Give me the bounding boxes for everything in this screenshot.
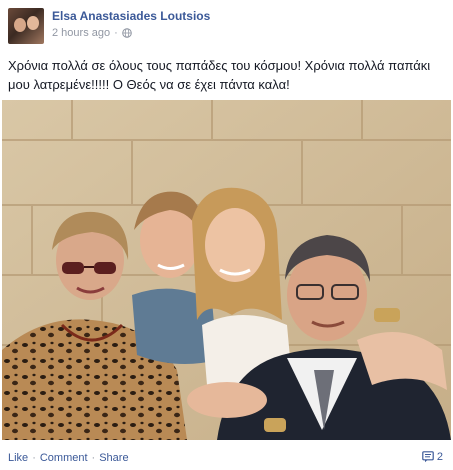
author-avatar[interactable] bbox=[8, 8, 44, 44]
group-photo-image bbox=[2, 100, 451, 440]
post-photo[interactable] bbox=[2, 100, 451, 440]
author-name-link[interactable]: Elsa Anastasiades Loutsios bbox=[52, 9, 210, 23]
feed-post: Elsa Anastasiades Loutsios 2 hours ago ·… bbox=[0, 0, 453, 470]
action-separator: · bbox=[32, 452, 36, 464]
post-timestamp[interactable]: 2 hours ago bbox=[52, 27, 110, 39]
like-link[interactable]: Like bbox=[8, 452, 28, 464]
comment-count-button[interactable]: 2 bbox=[422, 451, 443, 463]
comment-count: 2 bbox=[436, 451, 443, 463]
share-link[interactable]: Share bbox=[99, 452, 128, 464]
comment-bubble-icon bbox=[422, 451, 434, 463]
post-text: Χρόνια πολλά σε όλους τους παπάδες του κ… bbox=[8, 58, 431, 92]
meta-separator: · bbox=[114, 27, 118, 39]
comment-link[interactable]: Comment bbox=[40, 452, 88, 464]
action-separator: · bbox=[91, 452, 96, 464]
post-actions: Like · Comment · Share bbox=[8, 452, 129, 464]
globe-icon[interactable] bbox=[121, 28, 132, 38]
post-meta: 2 hours ago · bbox=[52, 27, 132, 39]
